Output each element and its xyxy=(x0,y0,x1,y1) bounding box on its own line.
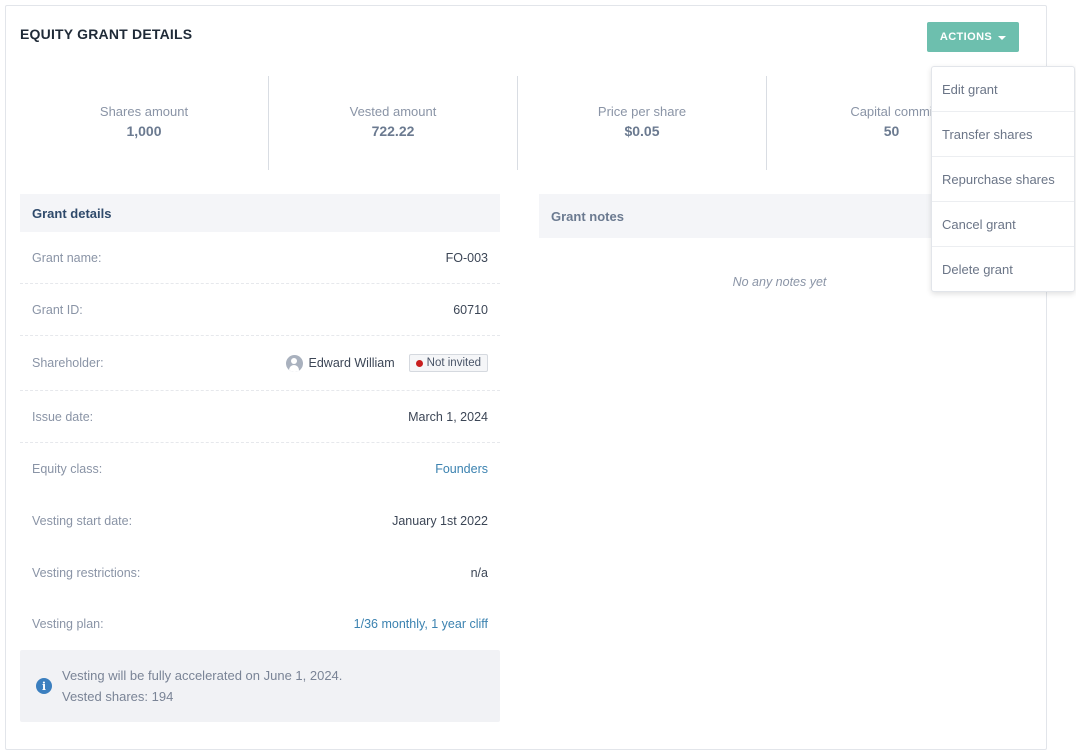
stat-price-per-share: Price per share $0.05 xyxy=(518,76,767,170)
stat-value: 50 xyxy=(883,123,900,139)
menu-item-edit-grant[interactable]: Edit grant xyxy=(932,67,1074,112)
row-issue-date: Issue date: March 1, 2024 xyxy=(20,391,500,443)
stat-shares-amount: Shares amount 1,000 xyxy=(20,76,269,170)
page-title: EQUITY GRANT DETAILS xyxy=(20,26,193,42)
equity-class-link[interactable]: Founders xyxy=(435,462,488,476)
row-value: FO-003 xyxy=(445,250,488,265)
row-label: Grant name: xyxy=(32,250,102,265)
stat-label: Shares amount xyxy=(99,104,189,119)
vesting-plan-link[interactable]: 1/36 monthly, 1 year cliff xyxy=(354,617,488,631)
row-value: March 1, 2024 xyxy=(408,409,488,424)
row-grant-name: Grant name: FO-003 xyxy=(20,232,500,284)
status-dot-icon xyxy=(415,359,423,367)
row-label: Vesting restrictions: xyxy=(32,565,141,580)
stat-label: Capital commi xyxy=(850,104,933,119)
status-badge: Not invited xyxy=(408,354,488,372)
stat-value: 1,000 xyxy=(126,123,162,139)
vesting-info-line: Vested shares: 194 xyxy=(62,689,174,704)
row-value: n/a xyxy=(470,565,488,580)
actions-button[interactable]: ACTIONS xyxy=(927,22,1019,52)
vesting-info-box: i Vesting will be fully accelerated on J… xyxy=(20,650,500,722)
avatar-icon xyxy=(285,354,303,372)
row-vesting-restrictions: Vesting restrictions: n/a xyxy=(20,547,500,598)
status-badge-label: Not invited xyxy=(426,357,481,369)
row-grant-id: Grant ID: 60710 xyxy=(20,284,500,336)
row-shareholder: Shareholder: Edward William Not invited xyxy=(20,336,500,391)
row-equity-class: Equity class: Founders xyxy=(20,443,500,495)
menu-item-repurchase-shares[interactable]: Repurchase shares xyxy=(932,157,1074,202)
row-label: Equity class: xyxy=(32,462,103,476)
row-label: Vesting plan: xyxy=(32,617,104,631)
row-value: January 1st 2022 xyxy=(392,514,488,528)
vesting-info-text: Vesting will be fully accelerated on Jun… xyxy=(62,665,342,707)
grant-details-header: Grant details xyxy=(20,194,500,232)
row-label: Vesting start date: xyxy=(32,514,133,528)
actions-button-label: ACTIONS xyxy=(939,31,993,43)
row-label: Shareholder: xyxy=(32,356,104,370)
stat-label: Price per share xyxy=(597,104,687,119)
vesting-info-line: Vesting will be fully accelerated on Jun… xyxy=(62,668,343,683)
stats-bar: Shares amount 1,000 Vested amount 722.22… xyxy=(20,76,1020,170)
shareholder-value: Edward William Not invited xyxy=(285,354,488,372)
row-value: 60710 xyxy=(453,302,488,317)
row-vesting-plan: Vesting plan: 1/36 monthly, 1 year cliff xyxy=(20,598,500,650)
menu-item-delete-grant[interactable]: Delete grant xyxy=(932,247,1074,292)
row-label: Grant ID: xyxy=(32,302,83,317)
stat-value: $0.05 xyxy=(624,123,660,139)
actions-dropdown-menu: Edit grant Transfer shares Repurchase sh… xyxy=(931,66,1075,292)
stat-value: 722.22 xyxy=(371,123,415,139)
row-label: Issue date: xyxy=(32,409,94,424)
stat-vested-amount: Vested amount 722.22 xyxy=(269,76,518,170)
shareholder-name[interactable]: Edward William xyxy=(309,356,395,370)
menu-item-transfer-shares[interactable]: Transfer shares xyxy=(932,112,1074,157)
menu-item-cancel-grant[interactable]: Cancel grant xyxy=(932,202,1074,247)
caret-down-icon xyxy=(998,35,1007,40)
info-icon: i xyxy=(36,678,52,694)
stat-label: Vested amount xyxy=(349,104,437,119)
row-vesting-start-date: Vesting start date: January 1st 2022 xyxy=(20,495,500,547)
grant-details-list: Grant name: FO-003 Grant ID: 60710 Share… xyxy=(20,232,500,650)
